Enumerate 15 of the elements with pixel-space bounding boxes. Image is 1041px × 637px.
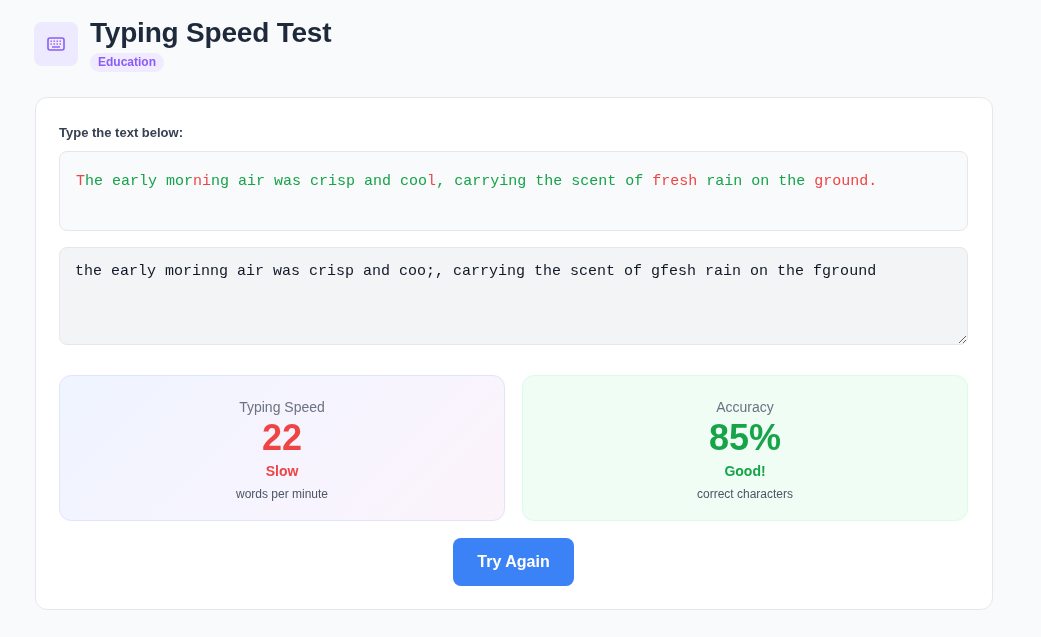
stat-unit: correct characters: [697, 486, 793, 502]
try-again-button[interactable]: Try Again: [453, 538, 574, 586]
category-badge: Education: [90, 53, 164, 72]
stat-label: Typing Speed: [239, 398, 325, 416]
prompt-label: Type the text below:: [59, 124, 184, 142]
stat-label: Accuracy: [716, 398, 774, 416]
stat-value: 22: [261, 417, 302, 459]
stat-rating: Good!: [724, 462, 766, 480]
keyboard-icon: [34, 22, 78, 66]
stat-rating: Slow: [265, 462, 299, 480]
typing-input[interactable]: the early morinng air was crisp and coo;, carrying the scent of gfesh rain on the fground: [59, 247, 968, 345]
page-title: Typing Speed Test: [90, 16, 332, 50]
stat-unit: words per minute: [235, 486, 328, 502]
reference-text: The early morning air was crisp and cool, carrying the scent of fresh rain on the ground.: [76, 172, 879, 192]
stat-value: 85%: [708, 417, 782, 459]
